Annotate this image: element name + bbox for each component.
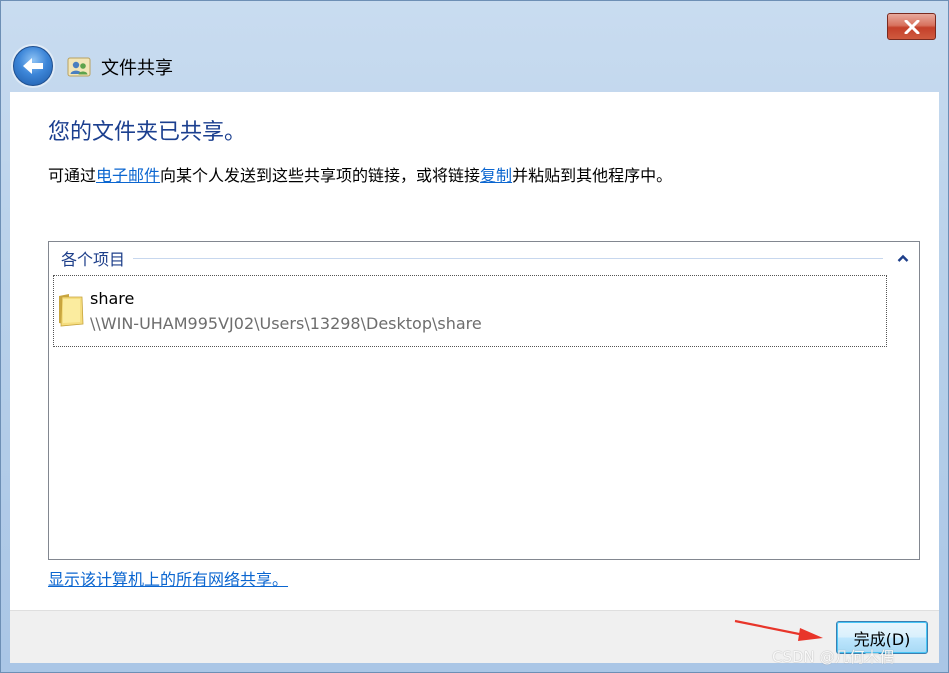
description-part3: 并粘贴到其他程序中。	[512, 166, 673, 185]
back-button[interactable]	[13, 46, 53, 86]
email-link[interactable]: 电子邮件	[96, 166, 160, 185]
description-text: 可通过电子邮件向某个人发送到这些共享项的链接，或将链接复制并粘贴到其他程序中。	[48, 162, 672, 186]
file-sharing-icon	[67, 57, 91, 77]
watermark: CSDN @几何木偶	[772, 648, 895, 666]
collapse-group-button[interactable]	[895, 250, 911, 266]
window-title: 文件共享	[101, 58, 173, 79]
group-label: 各个项目	[61, 250, 126, 269]
page-heading: 您的文件夹已共享。	[48, 120, 247, 145]
show-all-shares-link[interactable]: 显示该计算机上的所有网络共享。	[48, 566, 288, 590]
annotation-arrow	[734, 619, 823, 641]
dialog-window: 文件共享 您的文件夹已共享。 可通过电子邮件向某个人发送到这些共享项的链接，或将…	[0, 0, 949, 673]
item-name: share	[90, 289, 135, 308]
chevron-up-icon	[897, 254, 909, 262]
copy-link[interactable]: 复制	[480, 166, 512, 185]
folder-icon	[59, 294, 84, 327]
item-path: \\WIN-UHAM995VJ02\Users\13298\Desktop\sh…	[90, 314, 482, 333]
description-part1: 可通过	[48, 166, 97, 185]
description-part2: 向某个人发送到这些共享项的链接，或将链接	[160, 166, 481, 185]
back-arrow-icon	[23, 58, 43, 74]
content-panel: 您的文件夹已共享。 可通过电子邮件向某个人发送到这些共享项的链接，或将链接复制并…	[10, 92, 939, 610]
shared-items-list[interactable]: 各个项目 share \\WIN-UHAM995VJ02\Users\13298…	[48, 241, 920, 560]
group-divider	[133, 257, 883, 259]
list-item[interactable]: share \\WIN-UHAM995VJ02\Users\13298\Desk…	[53, 275, 887, 347]
close-icon	[904, 19, 919, 34]
close-button[interactable]	[887, 13, 936, 40]
group-header: 各个项目	[61, 247, 911, 269]
